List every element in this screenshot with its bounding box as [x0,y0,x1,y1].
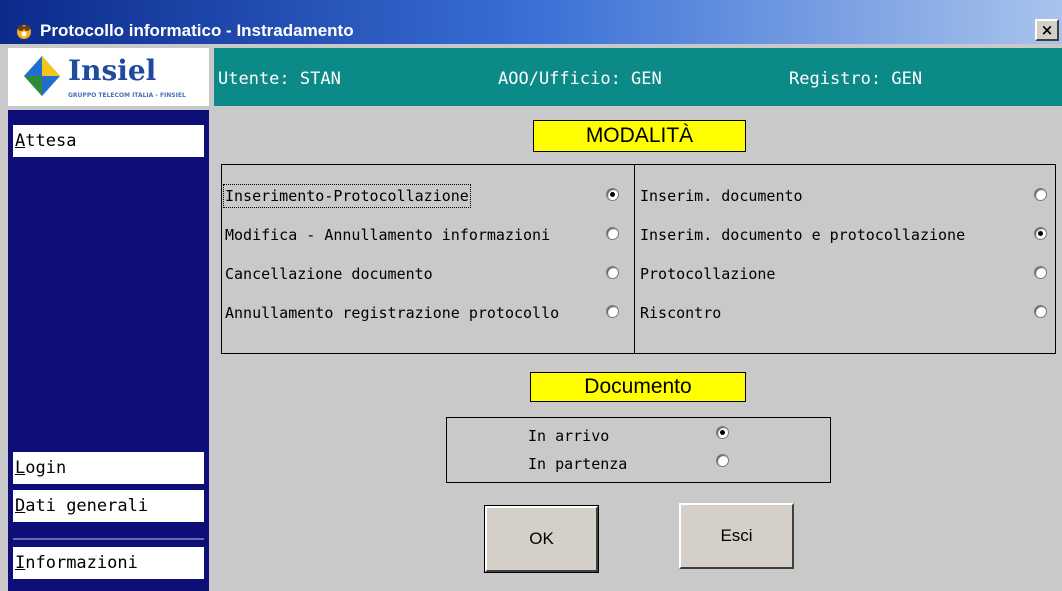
user-info: Utente: STAN [218,69,341,89]
option-riscontro-radio[interactable] [1034,305,1047,318]
app-icon [17,25,31,39]
sidebar-item-label: nformazioni [25,553,138,573]
option-in-partenza-label[interactable]: In partenza [528,454,627,474]
option-inserimento-protocollazione-radio[interactable] [606,188,619,201]
ok-button[interactable]: OK [484,505,599,573]
sidebar-item-accelerator: I [15,553,26,573]
modalita-title: MODALITÀ [533,120,746,152]
sidebar-item-accelerator: A [15,131,26,151]
close-button[interactable]: × [1035,19,1059,41]
logo: Insiel GRUPPO TELECOM ITALIA - FINSIEL [8,48,209,106]
option-modifica-annullamento-radio[interactable] [606,227,619,240]
sidebar-item-label: ttesa [25,131,77,151]
registry-info: Registro: GEN [789,69,923,89]
option-annullamento-registrazione-radio[interactable] [606,305,619,318]
modalita-divider [634,164,635,354]
option-inserim-documento-radio[interactable] [1034,188,1047,201]
sidebar-divider [13,538,204,540]
sidebar-item-label: ogin [25,458,67,478]
option-inserim-documento-protocollazione-radio[interactable] [1034,227,1047,240]
logo-tagline: GRUPPO TELECOM ITALIA - FINSIEL [68,92,186,99]
option-in-arrivo-label[interactable]: In arrivo [528,426,609,446]
documento-title: Documento [530,372,746,402]
sidebar-item-informazioni[interactable]: Informazioni [13,547,204,579]
sidebar-item-accelerator: D [15,496,26,516]
sidebar-item-login[interactable]: Login [13,452,204,484]
documento-panel [446,417,831,483]
option-modifica-annullamento-label[interactable]: Modifica - Annullamento informazioni [225,225,550,245]
option-cancellazione-documento-radio[interactable] [606,266,619,279]
option-protocollazione-label[interactable]: Protocollazione [640,264,775,284]
sidebar-item-accelerator: L [15,458,26,478]
sidebar-item-dati-generali[interactable]: Dati generali [13,490,204,522]
option-in-partenza-radio[interactable] [716,454,729,467]
logo-wordmark: Insiel [68,54,157,87]
option-inserimento-protocollazione-label[interactable]: Inserimento-Protocollazione [223,184,471,208]
sidebar-item-attesa[interactable]: Attesa [13,125,204,157]
window-title: Protocollo informatico - Instradamento [40,21,354,40]
option-protocollazione-radio[interactable] [1034,266,1047,279]
option-in-arrivo-radio[interactable] [716,426,729,439]
close-icon: × [1040,21,1054,39]
option-annullamento-registrazione-label[interactable]: Annullamento registrazione protocollo [225,303,559,323]
insiel-logo-icon [24,56,60,96]
option-inserim-documento-protocollazione-label[interactable]: Inserim. documento e protocollazione [640,225,965,245]
sidebar-item-label: ati generali [25,496,149,516]
office-info: AOO/Ufficio: GEN [498,69,662,89]
option-riscontro-label[interactable]: Riscontro [640,303,721,323]
option-inserim-documento-label[interactable]: Inserim. documento [640,186,803,206]
option-cancellazione-documento-label[interactable]: Cancellazione documento [225,264,433,284]
esci-button[interactable]: Esci [679,503,794,569]
